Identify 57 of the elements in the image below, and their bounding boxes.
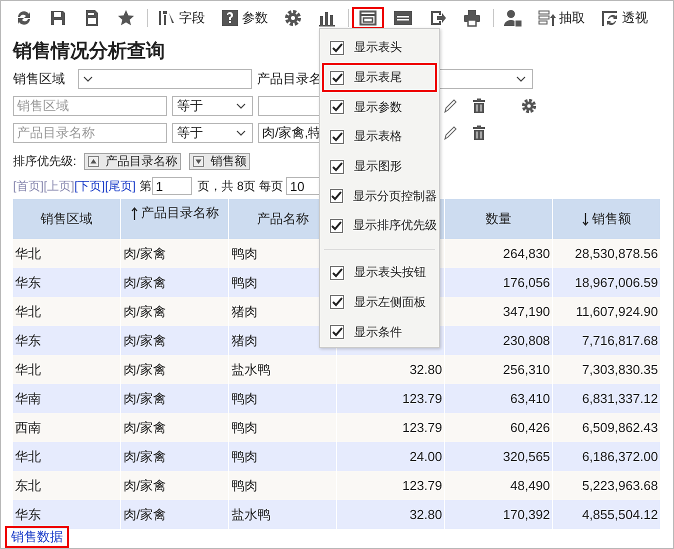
table-cell: 华东 (13, 268, 121, 297)
table-cell: 123.79 (336, 384, 445, 413)
pager-text: 页，共 8页 每页 (198, 178, 284, 194)
table-cell: 4,855,504.12 (552, 500, 660, 529)
table-cell: 盐水鸭 (228, 500, 337, 529)
table-cell: 170,392 (444, 500, 553, 529)
table-cell: 32.80 (336, 500, 445, 529)
table-cell: 63,410 (444, 384, 553, 413)
table-cell: 肉/家禽 (120, 442, 229, 471)
table-cell: 华北 (13, 239, 121, 268)
table-cell: 24.00 (336, 442, 445, 471)
table-cell: 60,426 (444, 413, 553, 442)
table-cell: 肉/家禽 (120, 326, 229, 355)
table-cell: 6,186,372.00 (552, 442, 660, 471)
table-cell: 华东 (13, 326, 121, 355)
table-cell: 6,831,337.12 (552, 384, 660, 413)
table-cell: 28,530,878.56 (552, 239, 660, 268)
table-cell: 264,830 (444, 239, 553, 268)
table-cell: 肉/家禽 (120, 239, 229, 268)
table-cell: 48,490 (444, 471, 553, 500)
table-cell: 华南 (13, 384, 121, 413)
table-cell: 肉/家禽 (120, 384, 229, 413)
table-cell: 盐水鸭 (228, 355, 337, 384)
table-cell: 鸭肉 (228, 442, 337, 471)
table-cell: 肉/家禽 (120, 268, 229, 297)
table-cell: 华北 (13, 442, 121, 471)
sort-label: 排序优先级: (13, 152, 76, 170)
table-cell: 肉/家禽 (120, 413, 229, 442)
table-cell: 华北 (13, 297, 121, 326)
table-cell: 7,303,830.35 (552, 355, 660, 384)
table-cell: 华北 (13, 355, 121, 384)
table-cell: 鸭肉 (228, 471, 337, 500)
table-cell: 320,565 (444, 442, 553, 471)
table-cell: 347,190 (444, 297, 553, 326)
table-cell: 华东 (13, 500, 121, 529)
table-cell: 7,716,817.68 (552, 326, 660, 355)
table-cell: 肉/家禽 (120, 500, 229, 529)
table-cell: 256,310 (444, 355, 553, 384)
table-cell: 鸭肉 (228, 384, 337, 413)
table-cell: 5,223,963.68 (552, 471, 660, 500)
table-cell: 西南 (13, 413, 121, 442)
report-title: 销售情况分析查询 (13, 40, 165, 64)
table-cell: 东北 (13, 471, 121, 500)
table-cell: 鸭肉 (228, 413, 337, 442)
table-cell: 230,808 (444, 326, 553, 355)
table-cell: 123.79 (336, 413, 445, 442)
table-cell: 11,607,924.90 (552, 297, 660, 326)
table-cell: 肉/家禽 (120, 471, 229, 500)
pager-text: 第 (140, 178, 152, 194)
table-cell: 肉/家禽 (120, 355, 229, 384)
table-cell: 123.79 (336, 471, 445, 500)
filter-label: 销售区域 (13, 70, 66, 88)
table-cell: 32.80 (336, 355, 445, 384)
table-cell: 176,056 (444, 268, 553, 297)
table-cell: 6,509,862.43 (552, 413, 660, 442)
table-cell: 肉/家禽 (120, 297, 229, 326)
table-cell: 18,967,006.59 (552, 268, 660, 297)
